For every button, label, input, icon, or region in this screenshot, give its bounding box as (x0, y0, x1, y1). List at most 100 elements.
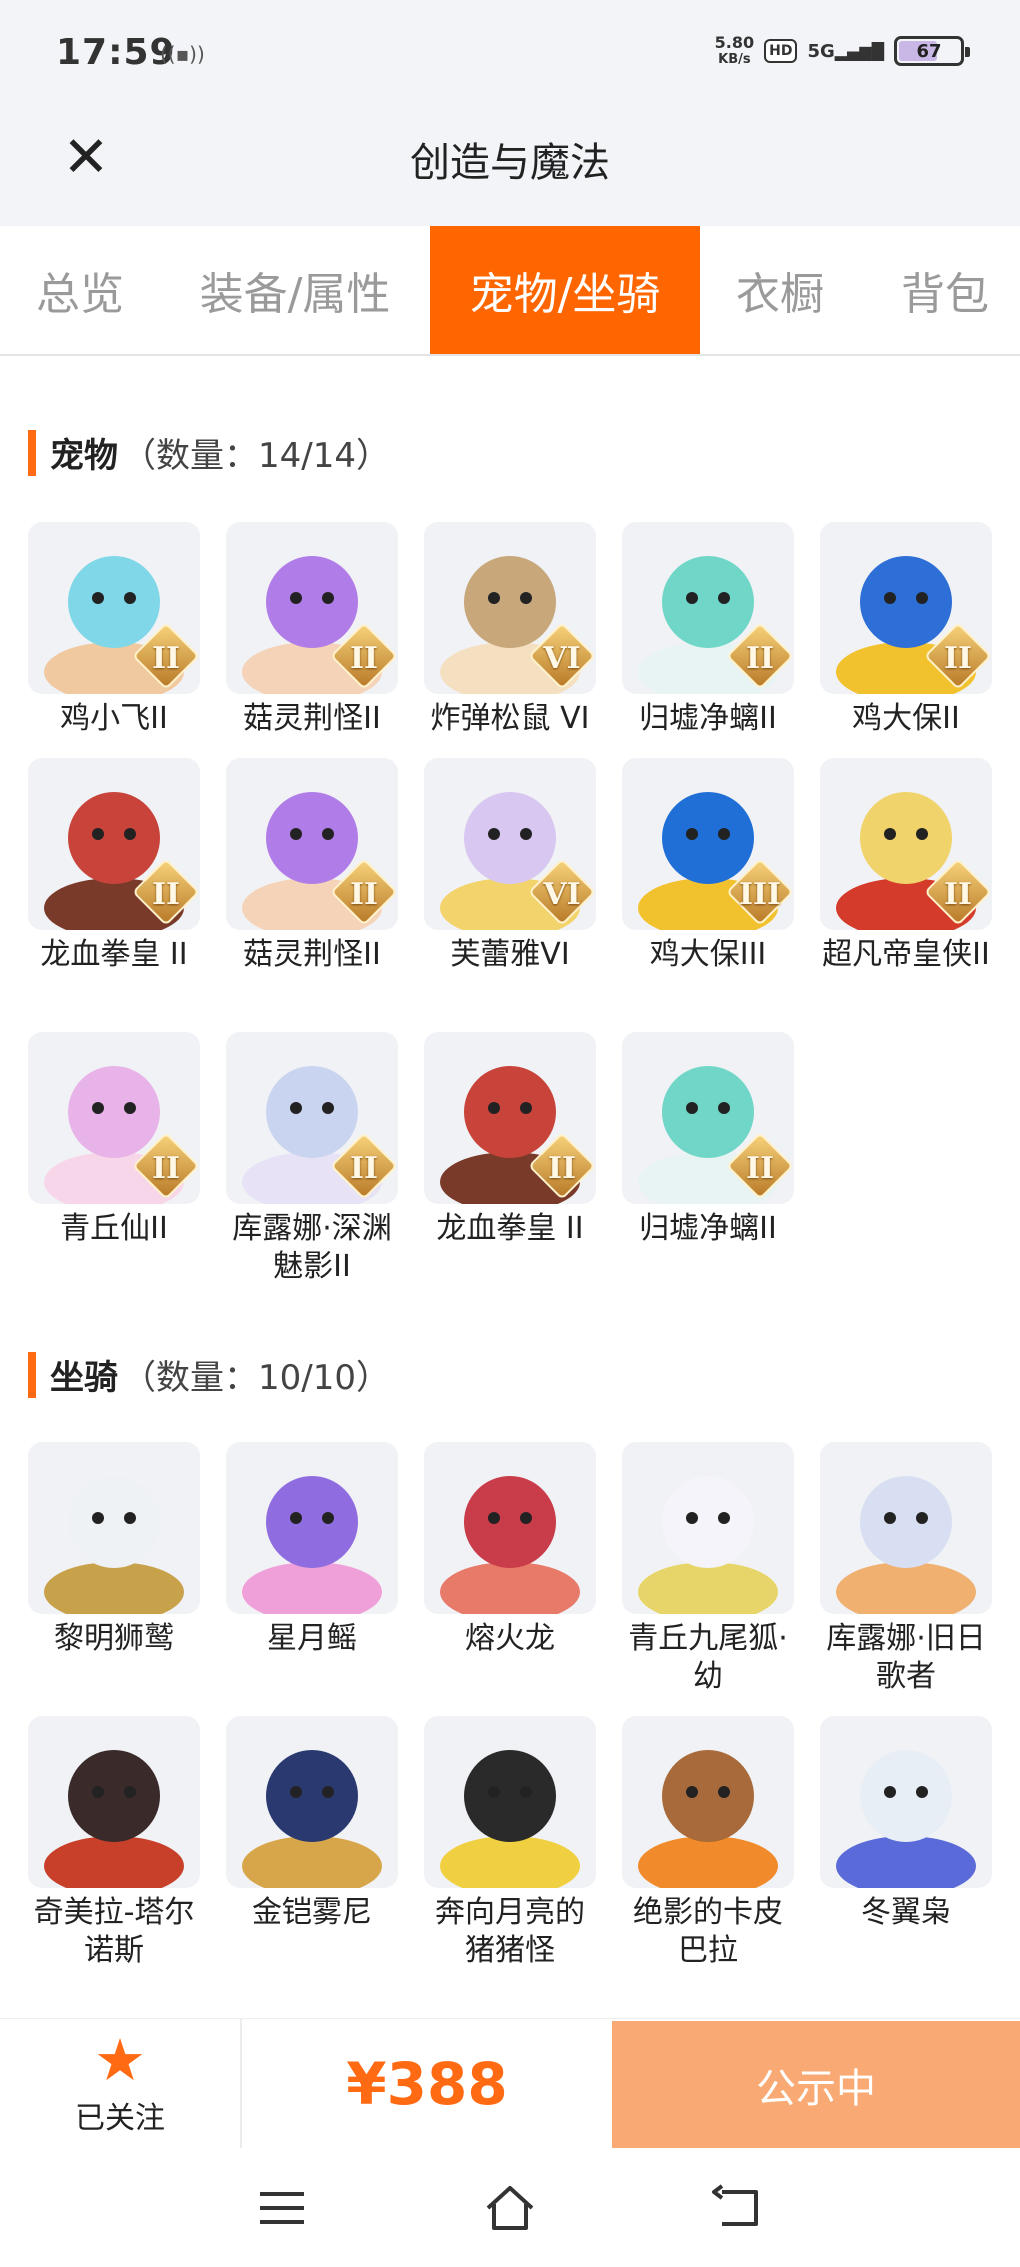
pet-item[interactable]: VI 芙蕾雅VI (424, 758, 596, 974)
mounts-count: （数量：10/10） (122, 1358, 390, 1398)
mount-item[interactable]: 星月鳐 (226, 1442, 398, 1658)
tab-backpack[interactable]: 背包 (870, 226, 1020, 354)
rank-badge-text: VI (543, 641, 581, 676)
follow-button[interactable]: ★ 已关注 (0, 2019, 242, 2149)
mount-thumbnail (424, 1716, 596, 1888)
public-status-button[interactable]: 公示中 (612, 2021, 1020, 2149)
pet-thumbnail: II (28, 522, 200, 694)
mount-name: 绝影的卡皮巴拉 (633, 1895, 783, 1968)
mount-thumbnail (226, 1442, 398, 1614)
bottom-action-bar: ★ 已关注 ¥388 公示中 (0, 2018, 1020, 2149)
mount-name: 熔火龙 (465, 1621, 555, 1656)
follow-label: 已关注 (75, 2101, 165, 2136)
pet-name: 归墟净螭II (639, 1211, 777, 1246)
pet-name: 青丘仙II (60, 1211, 168, 1246)
pet-thumbnail: II (622, 522, 794, 694)
page-title: 创造与魔法 (410, 140, 610, 186)
pet-name: 鸡大保III (649, 937, 767, 972)
mount-name: 青丘九尾狐·幼 (628, 1621, 788, 1694)
rank-badge-text: II (349, 641, 379, 676)
speed-value: 5.80 (714, 33, 755, 52)
mount-item[interactable]: 绝影的卡皮巴拉 (622, 1716, 794, 1970)
mount-item[interactable]: 冬翼枭 (820, 1716, 992, 1932)
mount-thumbnail (622, 1716, 794, 1888)
pet-item[interactable]: II 超凡帝皇侠II (820, 758, 992, 974)
tab-overview[interactable]: 总览 (0, 226, 160, 354)
pet-item[interactable]: III 鸡大保III (622, 758, 794, 974)
pet-thumbnail: II (226, 758, 398, 930)
pet-thumbnail: III (622, 758, 794, 930)
pet-thumbnail: II (424, 1032, 596, 1204)
tab-equipment[interactable]: 装备/属性 (175, 226, 415, 354)
pet-item[interactable]: II 龙血拳皇 II (424, 1032, 596, 1248)
pet-name: 鸡大保II (852, 701, 960, 736)
mount-item[interactable]: 青丘九尾狐·幼 (622, 1442, 794, 1696)
mount-thumbnail (226, 1716, 398, 1888)
home-icon[interactable] (480, 2178, 540, 2238)
mount-thumbnail (28, 1442, 200, 1614)
mount-name: 金铠雾尼 (252, 1895, 372, 1930)
pet-item[interactable]: II 归墟净螭II (622, 1032, 794, 1248)
speed-unit: KB/s (718, 52, 751, 67)
pet-name: 龙血拳皇 II (40, 937, 188, 972)
pet-item[interactable]: II 鸡小飞II (28, 522, 200, 738)
status-bar: 17:59 ((▪)) 5.80 KB/s HD 5G▂▄▆█ 67 (0, 0, 1020, 110)
mount-name: 奔向月亮的猪猪怪 (435, 1895, 585, 1968)
rank-badge-text: II (349, 877, 379, 912)
mount-thumbnail (820, 1442, 992, 1614)
pet-name: 芙蕾雅VI (450, 937, 570, 972)
pet-item[interactable]: II 库露娜·深渊魅影II (226, 1032, 398, 1286)
pet-name: 炸弹松鼠 VI (430, 701, 590, 736)
pet-name: 超凡帝皇侠II (822, 937, 990, 972)
back-icon[interactable] (708, 2178, 768, 2238)
pet-item[interactable]: II 鸡大保II (820, 522, 992, 738)
tab-pets-mounts[interactable]: 宠物/坐骑 (430, 226, 700, 354)
mount-item[interactable]: 熔火龙 (424, 1442, 596, 1658)
pet-thumbnail: II (226, 522, 398, 694)
header: ✕ 创造与魔法 (0, 110, 1020, 226)
mount-name: 库露娜·旧日歌者 (826, 1621, 986, 1694)
mount-item[interactable]: 奔向月亮的猪猪怪 (424, 1716, 596, 1970)
rank-badge-text: II (547, 1151, 577, 1186)
mounts-section-title: 坐骑 （数量：10/10） (28, 1350, 390, 1399)
pets-title: 宠物 (50, 436, 118, 476)
pet-thumbnail: II (28, 1032, 200, 1204)
rank-badge-text: II (349, 1151, 379, 1186)
rank-badge-text: II (151, 641, 181, 676)
tab-wardrobe[interactable]: 衣橱 (710, 226, 850, 354)
pet-thumbnail: VI (424, 758, 596, 930)
status-indicators: 5.80 KB/s HD 5G▂▄▆█ 67 (714, 33, 970, 68)
network-type: 5G (807, 40, 835, 62)
pet-thumbnail: II (820, 758, 992, 930)
mount-thumbnail (622, 1442, 794, 1614)
pet-item[interactable]: II 菇灵荆怪II (226, 522, 398, 738)
pet-name: 菇灵荆怪II (243, 701, 381, 736)
pet-thumbnail: II (226, 1032, 398, 1204)
menu-icon[interactable] (252, 2178, 312, 2238)
tab-bar: 总览 装备/属性 宠物/坐骑 衣橱 背包 (0, 226, 1020, 356)
mount-thumbnail (28, 1716, 200, 1888)
rank-badge-text: VI (543, 877, 581, 912)
pet-name: 龙血拳皇 II (436, 1211, 584, 1246)
star-icon: ★ (94, 2026, 146, 2094)
hd-badge: HD (764, 39, 798, 63)
battery-level: 67 (916, 40, 942, 62)
mount-item[interactable]: 奇美拉-塔尔诺斯 (28, 1716, 200, 1970)
pet-item[interactable]: VI 炸弹松鼠 VI (424, 522, 596, 738)
mount-item[interactable]: 金铠雾尼 (226, 1716, 398, 1932)
pet-item[interactable]: II 菇灵荆怪II (226, 758, 398, 974)
rank-badge-text: II (943, 877, 973, 912)
pet-item[interactable]: II 龙血拳皇 II (28, 758, 200, 974)
pet-item[interactable]: II 归墟净螭II (622, 522, 794, 738)
pet-item[interactable]: II 青丘仙II (28, 1032, 200, 1248)
pet-name: 库露娜·深渊魅影II (232, 1211, 392, 1284)
mount-item[interactable]: 黎明狮鹫 (28, 1442, 200, 1658)
mounts-title: 坐骑 (50, 1358, 118, 1398)
rank-badge-text: II (745, 1151, 775, 1186)
pet-name: 归墟净螭II (639, 701, 777, 736)
rank-badge-text: II (151, 877, 181, 912)
price: ¥388 (346, 2050, 508, 2118)
rank-badge-text: II (745, 641, 775, 676)
mount-item[interactable]: 库露娜·旧日歌者 (820, 1442, 992, 1696)
mount-name: 黎明狮鹫 (54, 1621, 174, 1656)
